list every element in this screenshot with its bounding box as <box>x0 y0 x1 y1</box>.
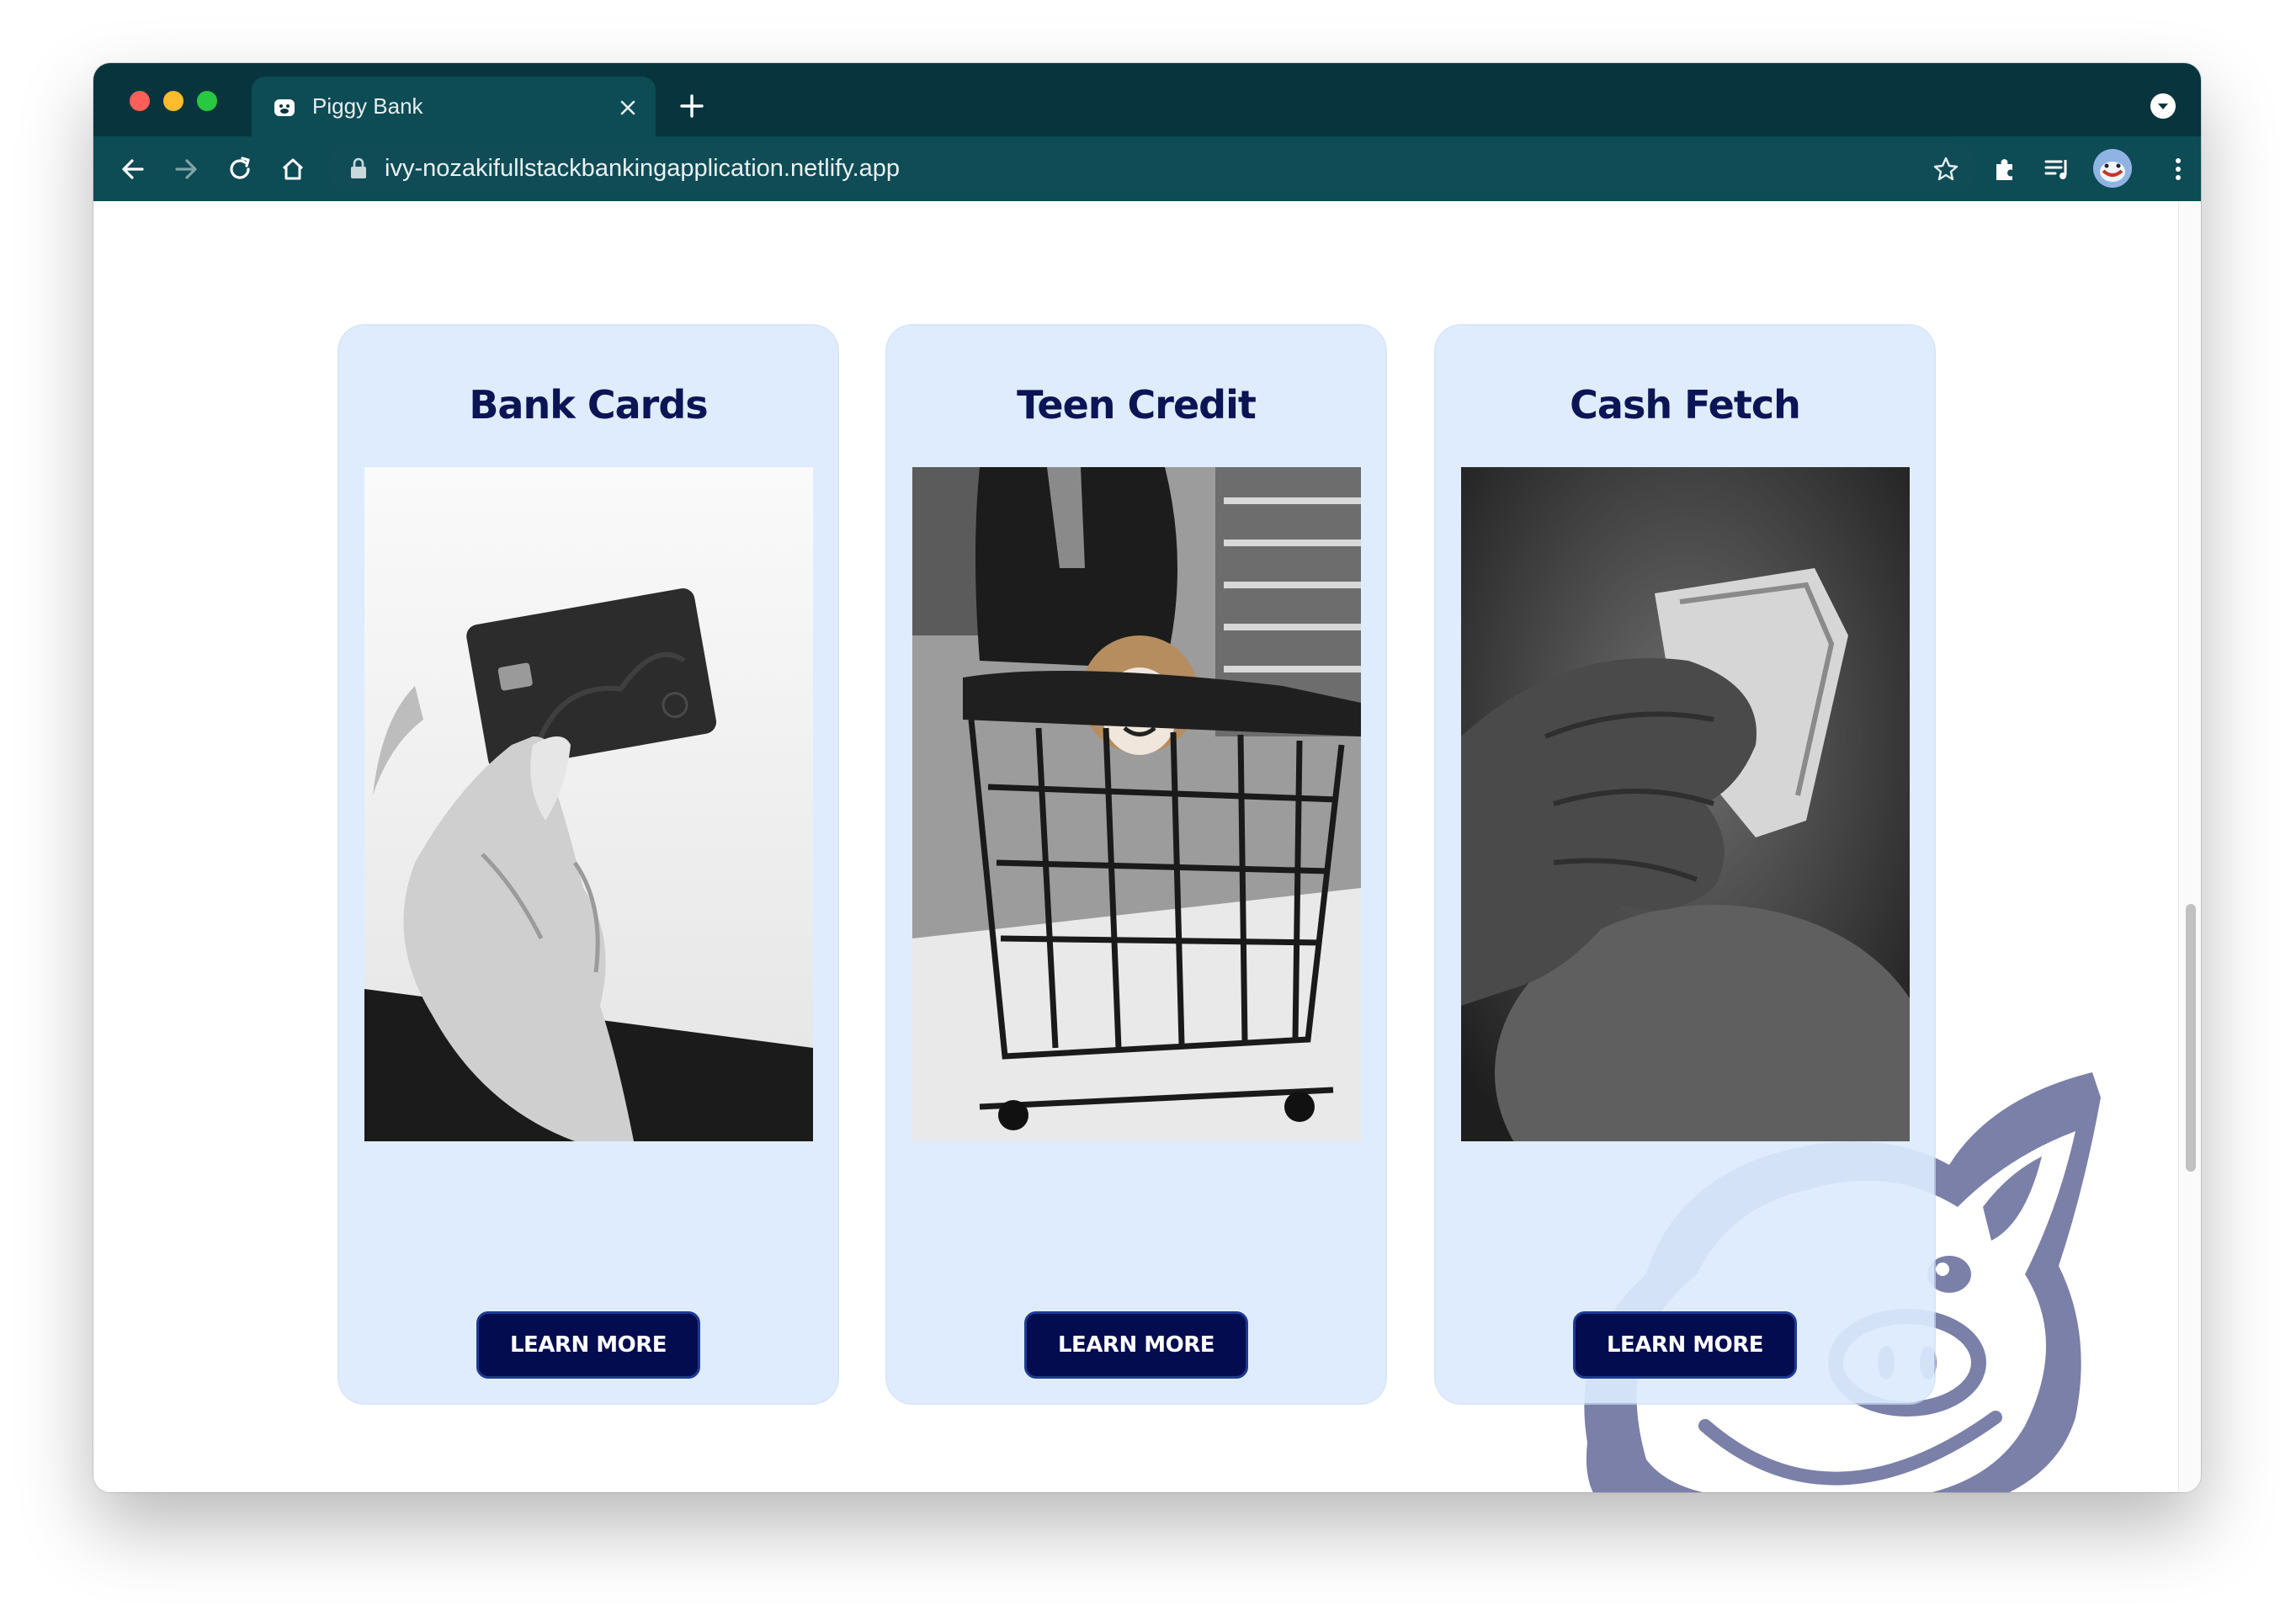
learn-more-button[interactable]: LEARN MORE <box>1573 1311 1797 1379</box>
card-title: Bank Cards <box>469 382 708 428</box>
cash-hand-icon <box>1461 467 1910 1141</box>
minimize-window-button[interactable] <box>163 91 183 111</box>
card-image <box>1461 467 1910 1141</box>
credit-card-hand-icon <box>364 467 813 1141</box>
extensions-puzzle-icon[interactable] <box>1989 153 2021 185</box>
browser-window: Piggy Bank ivy-nozakifullstackbankingapp… <box>93 63 2201 1492</box>
url-text: ivy-nozakifullstackbankingapplication.ne… <box>385 155 901 182</box>
back-arrow-icon[interactable] <box>117 153 149 185</box>
card-image <box>912 467 1361 1141</box>
close-tab-icon[interactable] <box>617 97 639 119</box>
lock-icon[interactable] <box>348 157 369 180</box>
media-queue-icon[interactable] <box>2041 153 2073 185</box>
piggy-favicon-icon <box>274 99 295 116</box>
learn-more-button[interactable]: LEARN MORE <box>476 1311 700 1379</box>
tab-search-icon[interactable] <box>2150 93 2176 119</box>
card-title: Cash Fetch <box>1570 382 1801 428</box>
card-image <box>364 467 813 1141</box>
vertical-scrollbar[interactable] <box>2178 201 2201 1492</box>
bookmark-star-icon[interactable] <box>1932 155 1960 183</box>
browser-toolbar: ivy-nozakifullstackbankingapplication.ne… <box>93 136 2201 201</box>
zoom-window-button[interactable] <box>197 91 217 111</box>
reload-icon[interactable] <box>224 153 256 185</box>
shopping-cart-icon <box>912 467 1361 1141</box>
card-teen-credit: Teen Credit LEARN MORE <box>887 326 1385 1403</box>
scrollbar-thumb[interactable] <box>2186 904 2196 1172</box>
new-tab-icon[interactable] <box>678 92 706 120</box>
tab-piggy-bank[interactable]: Piggy Bank <box>252 77 656 136</box>
tab-bar: Piggy Bank <box>93 63 2201 136</box>
close-window-button[interactable] <box>130 91 150 111</box>
address-bar[interactable]: ivy-nozakifullstackbankingapplication.ne… <box>327 143 1977 194</box>
more-menu-icon[interactable] <box>2162 153 2194 185</box>
tab-title: Piggy Bank <box>312 93 423 119</box>
forward-arrow-icon[interactable] <box>170 153 202 185</box>
card-title: Teen Credit <box>1017 382 1257 428</box>
profile-avatar[interactable] <box>2093 149 2132 188</box>
home-icon[interactable] <box>277 153 309 185</box>
learn-more-button[interactable]: LEARN MORE <box>1024 1311 1248 1379</box>
page-content: Bank Cards LEARN MORE Teen Credit LEARN … <box>93 201 2201 1492</box>
card-cash-fetch: Cash Fetch LEARN MORE <box>1436 326 1934 1403</box>
card-bank-cards: Bank Cards LEARN MORE <box>339 326 837 1403</box>
